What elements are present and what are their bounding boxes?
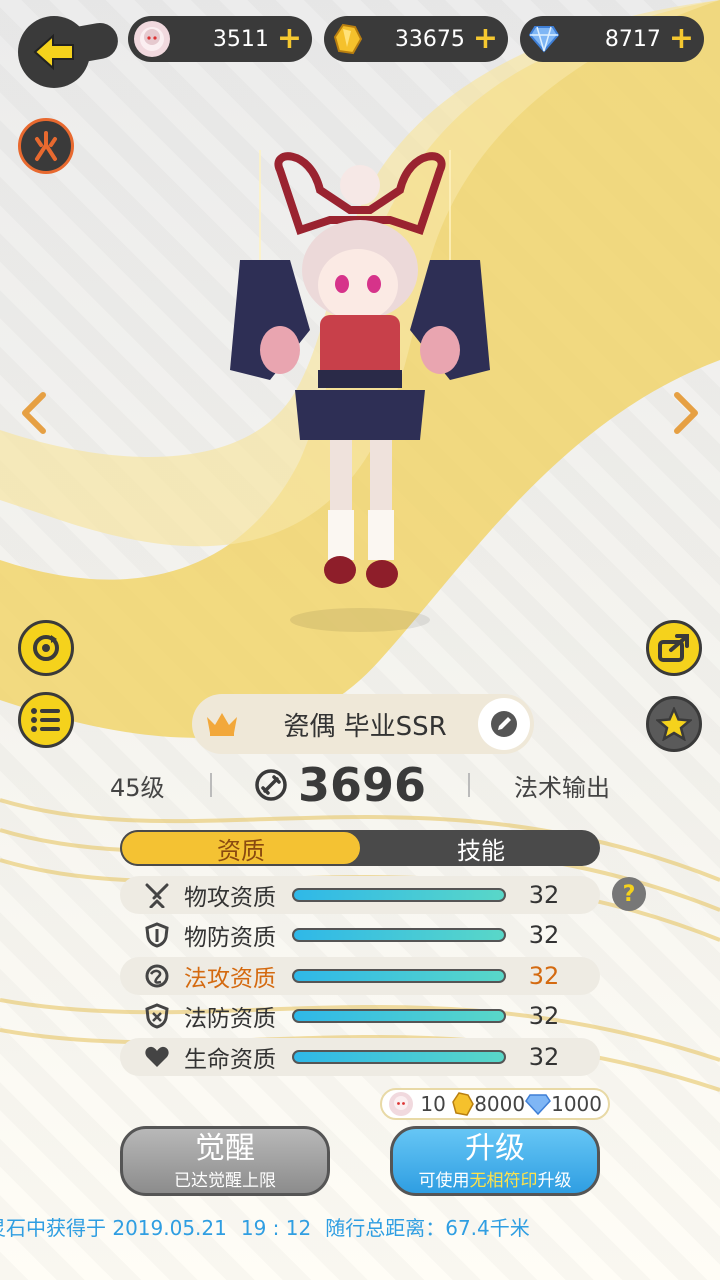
aptitude-help-button[interactable]: ? bbox=[612, 877, 646, 911]
currency-gold[interactable]: 33675 + bbox=[324, 16, 508, 62]
list-item: 物防资质 32 bbox=[120, 916, 600, 954]
attribute-value: 32 bbox=[528, 961, 560, 990]
attribute-bar bbox=[292, 968, 506, 983]
magic-shield-icon bbox=[140, 1003, 174, 1029]
next-character-button[interactable] bbox=[666, 388, 706, 438]
attribute-label: 法攻资质 bbox=[184, 965, 276, 992]
back-arrow-icon bbox=[33, 33, 74, 71]
attribute-bar bbox=[292, 888, 506, 902]
attribute-value: 32 bbox=[528, 1042, 560, 1071]
add-diamond-button[interactable]: + bbox=[669, 24, 694, 54]
upgrade-subtitle-highlight: 无相符印 bbox=[469, 1170, 538, 1191]
favorite-button[interactable] bbox=[646, 696, 702, 752]
aptitude-list: 物攻资质 32 物防资质 32 法攻资质 32 法防资质 32 生命资质 32 bbox=[120, 876, 600, 1078]
list-item: 法攻资质 32 bbox=[120, 956, 600, 995]
attribute-bar bbox=[292, 1009, 506, 1024]
list-item: 物攻资质 32 bbox=[120, 876, 600, 914]
currency-gold-value: 33675 bbox=[394, 26, 465, 52]
attribute-label: 生命资质 bbox=[184, 1046, 276, 1073]
element-fire-button[interactable] bbox=[18, 118, 74, 174]
share-icon bbox=[658, 634, 689, 662]
tab-aptitude[interactable]: 资质 bbox=[120, 830, 362, 866]
currency-token[interactable]: 3511 + bbox=[128, 16, 312, 62]
character-model[interactable] bbox=[200, 150, 520, 640]
combat-power-icon bbox=[255, 769, 287, 801]
upgrade-subtitle-pre: 可使用 bbox=[418, 1170, 470, 1191]
upgrade-cost: 10 8000 1000 bbox=[380, 1088, 610, 1120]
character-role: 法术输出 bbox=[514, 773, 610, 802]
attribute-label: 物攻资质 bbox=[184, 885, 276, 911]
shield-icon bbox=[140, 922, 174, 948]
upgrade-button[interactable]: 升级 可使用无相符印升级 bbox=[390, 1126, 600, 1196]
character-name: 瓷偶 毕业SSR bbox=[283, 711, 447, 742]
chevron-right-icon bbox=[674, 392, 698, 434]
menu-list-button[interactable] bbox=[18, 692, 74, 748]
gold-crystal-icon bbox=[330, 21, 366, 57]
diamond-icon bbox=[525, 1093, 552, 1115]
attribute-value: 32 bbox=[528, 881, 560, 909]
obtain-info: 灵石中获得于 2019.05.21 19 : 12 随行总距离：67.4千米 bbox=[0, 1212, 720, 1242]
detail-tabs: 资质 技能 bbox=[120, 830, 600, 866]
attribute-label: 物防资质 bbox=[184, 925, 276, 952]
avatar-token-icon bbox=[388, 1091, 414, 1117]
rotate-view-button[interactable] bbox=[18, 620, 74, 676]
diamond-icon bbox=[526, 21, 562, 57]
sword-icon bbox=[140, 882, 174, 908]
upgrade-subtitle: 可使用无相符印升级 bbox=[419, 1166, 572, 1191]
upgrade-subtitle-post: 升级 bbox=[537, 1170, 572, 1191]
fire-element-icon bbox=[35, 131, 57, 161]
awaken-subtitle: 已达觉醒上限 bbox=[174, 1170, 276, 1191]
back-button-bubble bbox=[18, 16, 90, 88]
combat-power-value: 3696 bbox=[297, 758, 427, 812]
character-nameplate: 瓷偶 毕业SSR bbox=[192, 694, 534, 754]
list-item: 法防资质 32 bbox=[120, 997, 600, 1035]
currency-token-value: 3511 bbox=[212, 26, 269, 52]
cost-diamond-value: 1000 bbox=[551, 1092, 602, 1116]
tab-skills[interactable]: 技能 bbox=[362, 830, 600, 866]
share-button[interactable] bbox=[646, 620, 702, 676]
attribute-bar bbox=[292, 1049, 506, 1064]
awaken-title: 觉醒 bbox=[195, 1130, 255, 1166]
obtained-time: 19 : 12 bbox=[240, 1216, 312, 1240]
heart-icon bbox=[140, 1045, 174, 1069]
add-gold-button[interactable]: + bbox=[473, 24, 498, 54]
avatar-token-icon bbox=[134, 21, 170, 57]
gold-crystal-icon bbox=[452, 1091, 475, 1117]
back-button[interactable] bbox=[14, 12, 124, 88]
attribute-bar bbox=[292, 928, 506, 943]
cost-token-value: 10 bbox=[420, 1092, 446, 1116]
add-token-button[interactable]: + bbox=[277, 24, 302, 54]
list-item: 生命资质 32 bbox=[120, 1037, 600, 1076]
list-icon bbox=[31, 708, 60, 732]
attribute-label: 法防资质 bbox=[184, 1006, 276, 1033]
star-icon bbox=[656, 707, 692, 741]
combat-power: 3696 bbox=[212, 758, 468, 812]
character-level: 45级 bbox=[110, 773, 165, 802]
travel-distance: 随行总距离：67.4千米 bbox=[325, 1216, 530, 1240]
rename-button[interactable] bbox=[478, 698, 530, 750]
rotate-icon bbox=[33, 635, 59, 661]
awaken-button[interactable]: 觉醒 已达觉醒上限 bbox=[120, 1126, 330, 1196]
magic-swirl-icon bbox=[140, 964, 174, 988]
currency-diamond-value: 8717 bbox=[604, 26, 661, 52]
currency-diamond[interactable]: 8717 + bbox=[520, 16, 704, 62]
character-stats-row: 45级 3696 法术输出 bbox=[110, 758, 610, 812]
attribute-value: 32 bbox=[528, 921, 560, 950]
prev-character-button[interactable] bbox=[14, 388, 54, 438]
chevron-left-icon bbox=[22, 392, 46, 434]
obtained-date: 灵石中获得于 2019.05.21 bbox=[0, 1216, 227, 1240]
cost-gold-value: 8000 bbox=[474, 1092, 526, 1116]
upgrade-title: 升级 bbox=[465, 1130, 525, 1166]
crown-icon bbox=[192, 711, 252, 737]
attribute-value: 32 bbox=[528, 1002, 560, 1031]
pencil-icon bbox=[491, 711, 517, 737]
